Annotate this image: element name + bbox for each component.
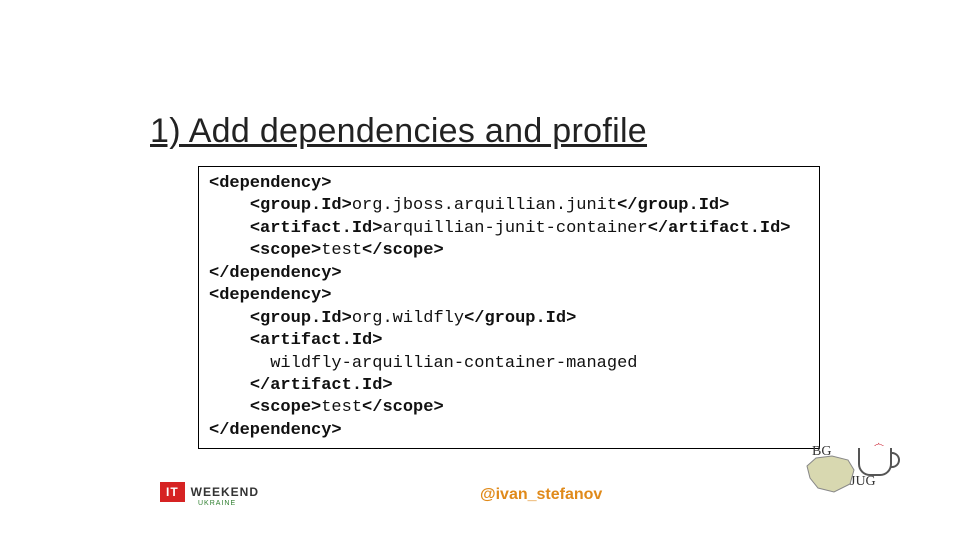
slide-title: 1) Add dependencies and profile <box>150 112 647 151</box>
code-tag: <group.Id> <box>250 309 352 328</box>
weekend-text: WEEKEND <box>191 485 259 499</box>
code-tag: </dependency> <box>209 264 342 283</box>
code-text: org.wildfly <box>352 309 464 328</box>
code-tag: </group.Id> <box>617 196 729 215</box>
it-weekend-logo: IT WEEKEND UKRAINE <box>160 480 259 504</box>
code-text: test <box>321 241 362 260</box>
coffee-cup-icon <box>858 448 892 476</box>
code-tag: </artifact.Id> <box>648 219 791 238</box>
twitter-handle: @ivan_stefanov <box>480 486 602 504</box>
code-tag: </dependency> <box>209 421 342 440</box>
code-tag: <dependency> <box>209 174 331 193</box>
it-badge: IT <box>160 482 185 502</box>
code-text: org.jboss.arquillian.junit <box>352 196 617 215</box>
code-tag: <dependency> <box>209 286 331 305</box>
code-text: arquillian-junit-container <box>382 219 647 238</box>
code-tag: </artifact.Id> <box>250 376 393 395</box>
code-tag: <artifact.Id> <box>250 331 383 350</box>
code-block: <dependency> <group.Id>org.jboss.arquill… <box>198 166 820 449</box>
steam-icon: ෴ <box>874 438 884 451</box>
code-tag: <scope> <box>250 241 321 260</box>
code-tag: <artifact.Id> <box>250 219 383 238</box>
code-tag: <group.Id> <box>250 196 352 215</box>
code-tag: </scope> <box>362 398 444 417</box>
code-tag: </scope> <box>362 241 444 260</box>
code-text: test <box>321 398 362 417</box>
code-tag: <scope> <box>250 398 321 417</box>
ukraine-text: UKRAINE <box>198 500 236 507</box>
bulgaria-map-icon <box>804 448 860 500</box>
slide: 1) Add dependencies and profile <depende… <box>0 0 960 540</box>
bg-jug-logo: BG JUG ෴ <box>804 444 892 504</box>
code-text: wildfly-arquillian-container-managed <box>270 354 637 373</box>
code-tag: </group.Id> <box>464 309 576 328</box>
